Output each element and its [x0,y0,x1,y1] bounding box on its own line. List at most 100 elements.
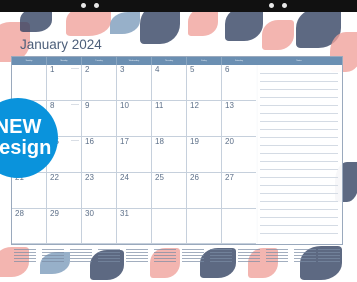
day-cell: 9 [82,101,117,137]
day-cell: 22 [47,173,82,209]
note-line [260,177,338,178]
day-number: 18 [155,137,164,146]
week-row: 28 29 30 31 [12,209,257,244]
flower-icon [66,12,111,36]
day-cell: 27 [222,173,257,209]
day-number: 16 [85,137,94,146]
note-line [260,89,338,90]
note-line [260,113,338,114]
day-number: 10 [120,101,129,110]
day-number: 25 [155,173,164,182]
binding-hole-icon [269,3,274,8]
mini-month-calendar [237,247,261,267]
holiday-note [71,104,79,105]
holiday-note [71,140,79,141]
day-number: 13 [225,101,234,110]
mini-month-calendar [209,247,233,267]
note-line [260,137,338,138]
note-line [260,121,338,122]
day-number: 6 [225,65,230,74]
month-title: January 2024 [20,37,102,52]
day-cell: 18 [152,137,187,173]
day-cell: 5 [187,65,222,101]
mini-month-calendar [41,247,65,267]
note-line [260,145,338,146]
day-cell: 20 [222,137,257,173]
binding-hole-icon [81,3,86,8]
note-line [260,153,338,154]
day-cell: 2 [82,65,117,101]
day-cell: 29 [47,209,82,244]
weekday-header: Saturday [222,57,257,65]
note-line [260,201,338,202]
day-number: 3 [120,65,125,74]
day-cell: 19 [187,137,222,173]
badge-line-1: NEW [0,116,42,138]
day-number: 22 [50,173,59,182]
weekday-header: Sunday [12,57,47,65]
weekday-header: Friday [187,57,222,65]
weekday-header: Tuesday [82,57,117,65]
day-cell: 26 [187,173,222,209]
day-cell [187,209,222,244]
day-number: 20 [225,137,234,146]
day-cell: 17 [117,137,152,173]
weekday-header: Thursday [152,57,187,65]
note-line [260,161,338,162]
mini-calendar-strip [11,247,342,271]
mini-month-calendar [181,247,205,267]
notes-header: Notes [256,57,342,65]
day-cell [222,209,257,244]
note-line [260,233,338,234]
day-number: 11 [155,101,164,110]
desk-pad-calendar: January 2024 Sunday Monday Tuesday Wedne… [0,12,357,282]
day-cell: 12 [187,101,222,137]
day-number: 8 [50,101,55,110]
day-number: 30 [85,209,94,218]
day-number: 4 [155,65,160,74]
note-line [260,193,338,194]
binding-hole-icon [94,3,99,8]
day-number: 12 [190,101,199,110]
day-cell: 23 [82,173,117,209]
day-number: 5 [190,65,195,74]
note-line [260,81,338,82]
flower-icon [262,20,294,50]
day-cell [12,65,47,101]
day-number: 27 [225,173,234,182]
mini-month-calendar [317,247,341,267]
day-number: 28 [15,209,24,218]
note-line [260,169,338,170]
day-number: 23 [85,173,94,182]
mini-month-calendar [69,247,93,267]
mini-month-calendar [97,247,121,267]
binding-hole-icon [282,3,287,8]
note-line [260,129,338,130]
mini-month-calendar [265,247,289,267]
note-line [260,209,338,210]
day-cell: 28 [12,209,47,244]
day-cell: 13 [222,101,257,137]
day-number: 29 [50,209,59,218]
note-line [260,73,338,74]
mini-month-calendar [293,247,317,267]
note-line [260,105,338,106]
day-cell: 3 [117,65,152,101]
binding-strip [0,0,357,12]
weekday-header-row: Sunday Monday Tuesday Wednesday Thursday… [12,57,257,65]
note-line [260,185,338,186]
day-number: 17 [120,137,129,146]
mini-month-calendar [13,247,37,267]
day-number: 9 [85,101,90,110]
day-cell: 11 [152,101,187,137]
mini-month-calendar [125,247,149,267]
day-cell: 16 [82,137,117,173]
day-cell: 21 [12,173,47,209]
day-cell: 30 [82,209,117,244]
week-row: 21 22 23 24 25 26 27 [12,173,257,209]
day-cell: 31 [117,209,152,244]
day-cell: 25 [152,173,187,209]
day-number: 1 [50,65,55,74]
note-line [260,225,338,226]
note-line [260,217,338,218]
